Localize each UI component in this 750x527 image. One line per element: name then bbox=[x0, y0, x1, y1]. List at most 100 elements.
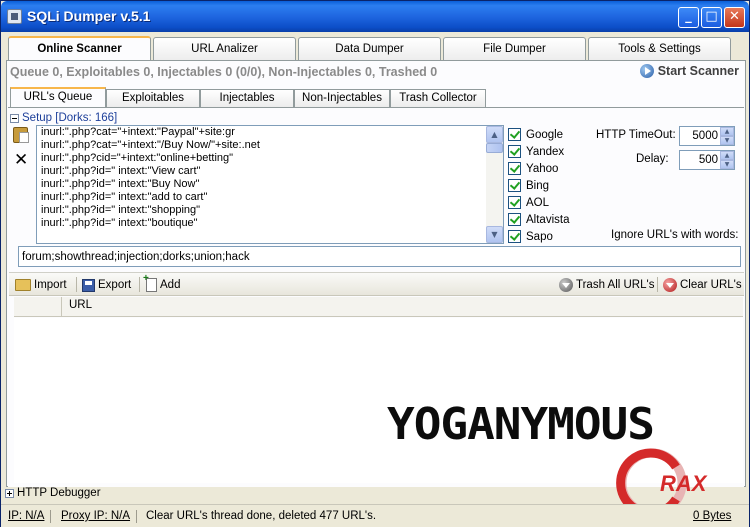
engine-label: AOL bbox=[526, 196, 550, 209]
folder-open-icon bbox=[15, 279, 31, 291]
dorks-scrollbar[interactable]: ▲ ▼ bbox=[486, 126, 503, 243]
tab-file-dumper[interactable]: File Dumper bbox=[443, 37, 586, 61]
dork-line: inurl:".php?cat="+intext:"/Buy Now/"+sit… bbox=[41, 139, 260, 151]
checkbox-icon[interactable] bbox=[508, 128, 521, 141]
scroll-up-icon[interactable]: ▲ bbox=[486, 126, 503, 143]
tab-exploitables[interactable]: Exploitables bbox=[106, 89, 200, 107]
main-tab-bar: Online Scanner URL Analizer Data Dumper … bbox=[6, 36, 746, 61]
paste-icon[interactable] bbox=[13, 127, 29, 143]
http-debugger-toggle[interactable]: HTTP Debugger bbox=[5, 487, 101, 499]
dork-line: inurl:".php?id=" intext:"boutique" bbox=[41, 217, 198, 229]
toolbar-divider bbox=[76, 277, 77, 292]
scroll-down-icon[interactable]: ▼ bbox=[486, 226, 503, 243]
maximize-button[interactable]: □ bbox=[701, 7, 722, 28]
clear-down-icon bbox=[663, 278, 677, 292]
status-message: Clear URL's thread done, deleted 477 URL… bbox=[146, 510, 377, 522]
status-divider bbox=[50, 510, 51, 523]
engine-yandex[interactable]: Yandex bbox=[508, 143, 588, 160]
proxy-ip-status[interactable]: Proxy IP: N/A bbox=[61, 510, 130, 522]
toolbar-divider bbox=[657, 277, 658, 292]
expand-icon[interactable] bbox=[5, 488, 14, 498]
stepper-up-icon[interactable]: ▲ bbox=[720, 151, 734, 160]
checkbox-icon[interactable] bbox=[508, 196, 521, 209]
export-button[interactable]: Export bbox=[82, 276, 131, 294]
add-page-icon bbox=[143, 273, 157, 292]
http-timeout-stepper[interactable]: ▲ ▼ bbox=[679, 126, 735, 146]
url-column-header[interactable]: URL bbox=[69, 299, 92, 311]
http-timeout-input[interactable] bbox=[680, 127, 720, 145]
stepper-down-icon[interactable]: ▼ bbox=[720, 136, 734, 145]
tab-online-scanner[interactable]: Online Scanner bbox=[8, 36, 151, 61]
crax-logo-text: RAX bbox=[660, 471, 708, 496]
delay-input[interactable] bbox=[680, 151, 720, 169]
checkbox-icon[interactable] bbox=[508, 145, 521, 158]
setup-dorks-label: Setup [Dorks: 166] bbox=[22, 112, 118, 124]
clear-label: Clear URL's bbox=[680, 279, 742, 291]
title-bar[interactable]: SQLi Dumper v.5.1 _ □ ✕ bbox=[1, 1, 749, 32]
engine-sapo[interactable]: Sapo bbox=[508, 228, 588, 245]
checkbox-icon[interactable] bbox=[508, 213, 521, 226]
engine-label: Altavista bbox=[526, 213, 570, 226]
stepper-up-icon[interactable]: ▲ bbox=[720, 127, 734, 136]
scroll-thumb[interactable] bbox=[486, 143, 503, 153]
dork-line: inurl:".php?cat="+intext:"Paypal"+site:g… bbox=[41, 126, 235, 138]
save-disk-icon bbox=[82, 278, 95, 292]
dork-line: inurl:".php?id=" intext:"add to cart" bbox=[41, 191, 208, 203]
engine-label: Yandex bbox=[526, 145, 565, 158]
collapse-icon[interactable] bbox=[10, 113, 19, 123]
engine-label: Google bbox=[526, 128, 564, 141]
ignore-words-field[interactable] bbox=[18, 246, 741, 267]
engine-bing[interactable]: Bing bbox=[508, 177, 588, 194]
app-icon bbox=[7, 9, 22, 24]
engine-yahoo[interactable]: Yahoo bbox=[508, 160, 588, 177]
app-window: SQLi Dumper v.5.1 _ □ ✕ Online Scanner U… bbox=[0, 0, 750, 527]
engine-google[interactable]: Google bbox=[508, 126, 588, 143]
tab-trash-collector[interactable]: Trash Collector bbox=[390, 89, 486, 107]
search-engines-list: Google Yandex Yahoo Bing AOL Altavista S… bbox=[508, 126, 588, 245]
row-header-cell bbox=[14, 297, 62, 316]
add-button[interactable]: Add bbox=[143, 273, 181, 294]
queue-status: Queue 0, Exploitables 0, Injectables 0 (… bbox=[10, 65, 438, 79]
bytes-counter: 0 Bytes bbox=[693, 510, 732, 522]
import-label: Import bbox=[34, 279, 67, 291]
trash-down-icon bbox=[559, 278, 573, 292]
dorks-textarea[interactable]: inurl:".php?cat="+intext:"Paypal"+site:g… bbox=[36, 125, 504, 244]
engine-label: Bing bbox=[526, 179, 550, 192]
setup-section-header[interactable]: Setup [Dorks: 166] bbox=[10, 112, 117, 124]
window-title: SQLi Dumper v.5.1 bbox=[27, 8, 151, 24]
checkbox-icon[interactable] bbox=[508, 179, 521, 192]
ignore-words-input[interactable] bbox=[19, 247, 740, 266]
url-grid-header: URL bbox=[14, 297, 743, 317]
ignore-words-label: Ignore URL's with words: bbox=[611, 229, 739, 241]
tab-injectables[interactable]: Injectables bbox=[200, 89, 294, 107]
http-debugger-label: HTTP Debugger bbox=[17, 487, 101, 499]
ip-status[interactable]: IP: N/A bbox=[8, 510, 44, 522]
tab-tools-settings[interactable]: Tools & Settings bbox=[588, 37, 731, 61]
checkbox-icon[interactable] bbox=[508, 162, 521, 175]
engine-altavista[interactable]: Altavista bbox=[508, 211, 588, 228]
delay-stepper[interactable]: ▲ ▼ bbox=[679, 150, 735, 170]
clear-urls-button[interactable]: Clear URL's bbox=[663, 276, 742, 294]
trash-all-button[interactable]: Trash All URL's bbox=[559, 276, 654, 294]
import-button[interactable]: Import bbox=[15, 276, 67, 294]
play-circle-icon bbox=[639, 64, 654, 78]
add-label: Add bbox=[160, 279, 181, 291]
checkbox-icon[interactable] bbox=[508, 230, 521, 243]
export-label: Export bbox=[98, 279, 132, 291]
tab-url-analizer[interactable]: URL Analizer bbox=[153, 37, 296, 61]
close-button[interactable]: ✕ bbox=[724, 7, 745, 28]
toolbar-divider bbox=[139, 277, 140, 292]
engine-label: Yahoo bbox=[526, 162, 559, 175]
stepper-down-icon[interactable]: ▼ bbox=[720, 160, 734, 169]
clear-x-icon[interactable]: ✕ bbox=[14, 152, 28, 169]
tab-non-injectables[interactable]: Non-Injectables bbox=[294, 89, 390, 107]
start-scanner-button[interactable]: Start Scanner bbox=[639, 64, 739, 78]
tab-urls-queue[interactable]: URL's Queue bbox=[10, 87, 106, 108]
engine-aol[interactable]: AOL bbox=[508, 194, 588, 211]
dork-line: inurl:".php?id=" intext:"shopping" bbox=[41, 204, 201, 216]
start-scanner-label: Start Scanner bbox=[657, 64, 739, 78]
dork-line: inurl:".php?cid="+intext:"online+betting… bbox=[41, 152, 234, 164]
engine-label: Sapo bbox=[526, 230, 553, 243]
tab-data-dumper[interactable]: Data Dumper bbox=[298, 37, 441, 61]
minimize-button[interactable]: _ bbox=[678, 7, 699, 28]
